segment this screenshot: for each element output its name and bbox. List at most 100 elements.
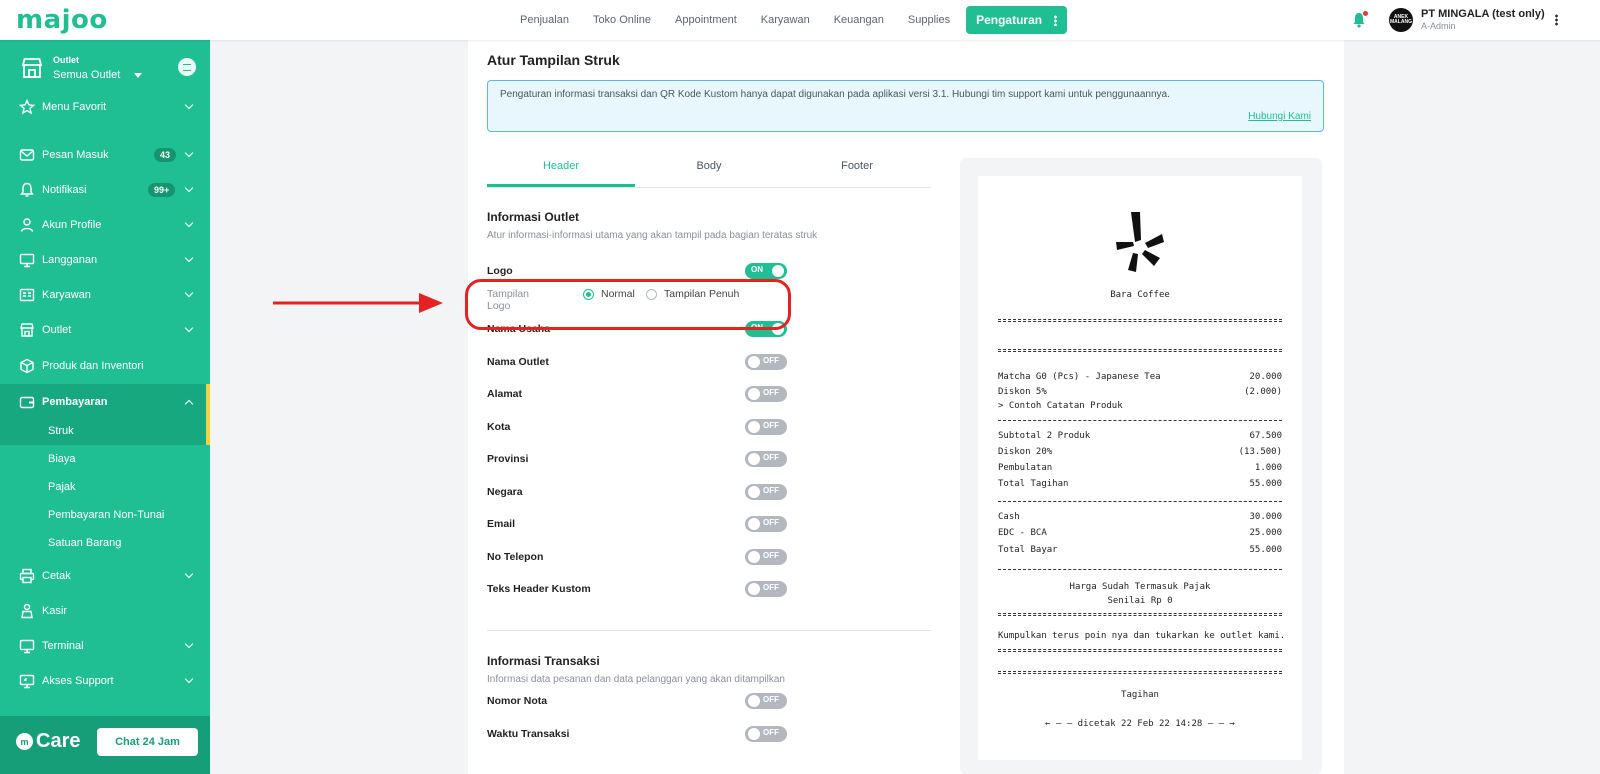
sidebar-item-label: Menu Favorit <box>42 101 107 113</box>
chevron-down-icon <box>184 639 194 649</box>
receipt-row-amount: 1.000 <box>1254 463 1282 473</box>
nav-karyawan[interactable]: Karyawan <box>749 14 822 26</box>
receipt-item-name: Diskon 5% <box>998 387 1047 397</box>
toggle-state: OFF <box>763 420 779 430</box>
top-bar: majoo Penjualan Toko Online Appointment … <box>0 0 1600 40</box>
switch-outlet-icon[interactable] <box>178 58 196 76</box>
toggle-switch[interactable]: OFF <box>745 516 787 532</box>
section-description: Atur informasi-informasi utama yang akan… <box>487 230 818 241</box>
toggle-switch[interactable]: OFF <box>745 725 787 742</box>
chat-24-jam-button[interactable]: Chat 24 Jam <box>97 728 198 756</box>
toggle-switch[interactable]: OFF <box>745 548 787 565</box>
toggle-row-label: No Telepon <box>487 550 544 563</box>
receipt-row-name: Diskon 20% <box>998 447 1053 457</box>
nav-pengaturan[interactable]: Pengaturan <box>966 6 1068 34</box>
sidebar-item-kasir[interactable]: Kasir <box>0 594 210 628</box>
nav-toko-online[interactable]: Toko Online <box>581 14 663 26</box>
sidebar-item-pesan-masuk[interactable]: Pesan Masuk 43 <box>0 138 210 172</box>
toggle-knob <box>748 518 760 530</box>
sidebar-item-cetak[interactable]: Cetak <box>0 559 210 593</box>
sidebar-item-notifikasi[interactable]: Notifikasi 99+ <box>0 173 210 207</box>
toggle-switch[interactable]: OFF <box>745 451 787 467</box>
more-vertical-icon <box>1054 14 1058 26</box>
company-avatar[interactable]: ANEK MALANG <box>1389 8 1413 32</box>
receipt-row-total: Total Tagihan 55.000 <box>998 479 1282 489</box>
majoo-logo[interactable]: majoo <box>16 6 108 34</box>
sidebar-subitem-biaya[interactable]: Biaya <box>0 445 210 473</box>
toggle-state: OFF <box>763 453 779 462</box>
chevron-down-icon <box>184 569 194 579</box>
toggle-knob <box>772 265 784 277</box>
sidebar-item-outlet[interactable]: Outlet <box>0 313 210 347</box>
outlet-value: Semua Outlet <box>53 69 121 81</box>
sidebar-item-terminal[interactable]: Terminal <box>0 629 210 663</box>
sidebar-item-pembayaran[interactable]: Pembayaran <box>0 384 210 420</box>
tab-body[interactable]: Body <box>635 148 783 187</box>
bell-icon <box>20 182 34 197</box>
nav-supplies[interactable]: Supplies <box>896 14 962 26</box>
toggle-knob <box>748 355 760 368</box>
toggle-row-label: Nama Outlet <box>487 355 549 368</box>
toggle-switch[interactable]: OFF <box>745 581 787 597</box>
box-icon <box>20 358 34 374</box>
receipt-doc-type: Tagihan <box>1121 690 1159 700</box>
mail-icon <box>19 149 35 161</box>
sidebar-item-menu-favorit[interactable]: Menu Favorit <box>0 90 210 124</box>
notification-bell-icon[interactable] <box>1352 11 1368 28</box>
caret-down-icon <box>134 73 142 78</box>
toggle-switch[interactable]: OFF <box>745 353 787 370</box>
nav-penjualan[interactable]: Penjualan <box>508 14 581 26</box>
toggle-knob <box>748 727 760 740</box>
toggle-row-label: Email <box>487 518 516 530</box>
receipt-row-amount: 25.000 <box>1249 528 1282 538</box>
receipt-item-amount: 20.000 <box>1249 372 1282 382</box>
hubungi-kami-link[interactable]: Hubungi Kami <box>1248 111 1311 122</box>
toggle-row-label: Waktu Transaksi <box>487 727 570 740</box>
chevron-up-icon <box>184 399 194 408</box>
receipt-row-cash: Cash 30.000 <box>998 512 1282 522</box>
sidebar-item-label: Akun Profile <box>42 219 102 231</box>
sidebar-item-karyawan[interactable]: Karyawan <box>0 278 210 312</box>
section-description: Informasi data pesanan dan data pelangga… <box>487 674 785 685</box>
sidebar-subitem-struk[interactable]: Struk <box>0 417 210 445</box>
receipt-row-name: Cash <box>998 512 1020 522</box>
sidebar-item-label: Langganan <box>42 254 98 266</box>
tab-header[interactable]: Header <box>487 148 635 187</box>
toggle-switch[interactable]: OFF <box>745 483 787 500</box>
sidebar-item-langganan[interactable]: Langganan <box>0 243 210 277</box>
nav-appointment[interactable]: Appointment <box>663 14 749 26</box>
more-options-icon[interactable] <box>1555 14 1558 26</box>
user-role: A-Admin <box>1421 21 1456 31</box>
chevron-down-icon <box>184 253 194 263</box>
toggle-row-label: Kota <box>487 420 511 433</box>
tab-footer[interactable]: Footer <box>783 148 931 187</box>
company-info[interactable]: PT MINGALA (test only) A-Admin <box>1421 8 1545 31</box>
toggle-state: OFF <box>763 695 779 704</box>
toggle-knob <box>748 453 760 465</box>
toggle-switch[interactable]: OFF <box>745 693 787 709</box>
sidebar-item-label: Cetak <box>42 570 71 582</box>
receipt-separator <box>998 501 1282 502</box>
terminal-icon <box>19 639 35 654</box>
toggle-state: OFF <box>763 550 779 560</box>
receipt-separator <box>998 349 1282 352</box>
sidebar-item-akun-profile[interactable]: Akun Profile <box>0 208 210 242</box>
top-navigation: Penjualan Toko Online Appointment Karyaw… <box>508 0 1068 40</box>
sidebar-item-akses-support[interactable]: Akses Support <box>0 664 210 698</box>
receipt-separator <box>998 613 1282 616</box>
receipt-row-amount: 55.000 <box>1249 479 1282 489</box>
nav-keuangan[interactable]: Keuangan <box>822 14 896 26</box>
sidebar-subitem-satuan-barang[interactable]: Satuan Barang <box>0 529 210 557</box>
receipt-row-name: Pembulatan <box>998 463 1053 473</box>
toggle-switch[interactable]: OFF <box>745 418 787 435</box>
care-m-icon: m <box>16 733 33 750</box>
sidebar-subitem-pembayaran-non-tunai[interactable]: Pembayaran Non-Tunai <box>0 501 210 529</box>
sidebar-subitem-pajak[interactable]: Pajak <box>0 473 210 501</box>
outlet-selector[interactable]: Outlet Semua Outlet <box>18 54 198 86</box>
sidebar-item-produk-inventori[interactable]: Produk dan Inventori <box>0 349 210 383</box>
logo-toggle[interactable]: ON <box>745 263 787 279</box>
info-alert: Pengaturan informasi transaksi dan QR Ko… <box>487 80 1324 132</box>
company-name: PT MINGALA (test only) <box>1421 8 1545 20</box>
toggle-switch[interactable]: OFF <box>745 386 787 402</box>
toggle-knob <box>748 485 760 498</box>
